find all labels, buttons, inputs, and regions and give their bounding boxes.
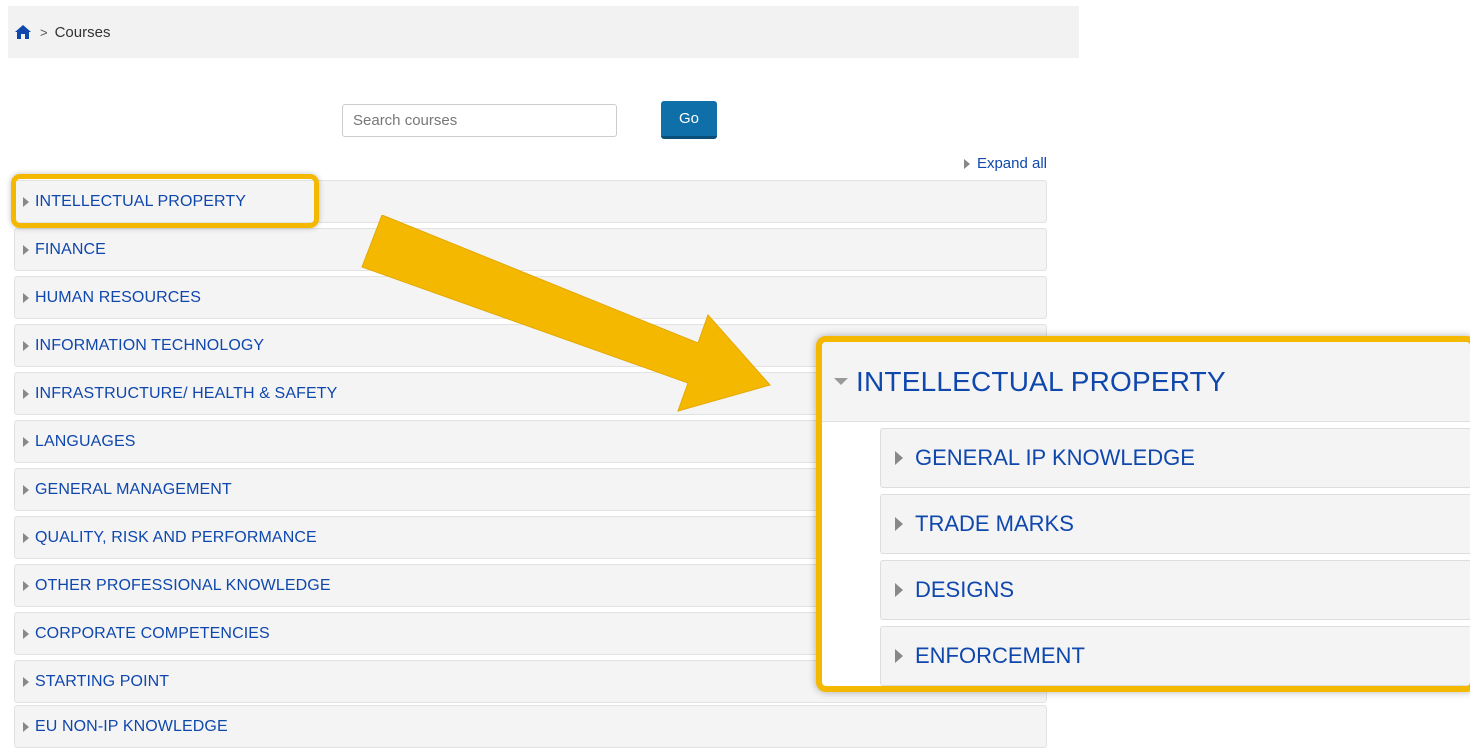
zoom-panel: INTELLECTUAL PROPERTY GENERAL IP KNOWLED… bbox=[816, 336, 1470, 692]
caret-right-icon bbox=[23, 721, 29, 732]
category-label: QUALITY, RISK AND PERFORMANCE bbox=[35, 528, 317, 546]
zoom-category-label: INTELLECTUAL PROPERTY bbox=[856, 365, 1226, 397]
caret-right-icon bbox=[23, 580, 29, 591]
caret-right-icon bbox=[23, 292, 29, 303]
category-label: LANGUAGES bbox=[35, 432, 136, 450]
highlight-box bbox=[11, 174, 319, 228]
category-label: OTHER PROFESSIONAL KNOWLEDGE bbox=[35, 576, 331, 594]
caret-right-icon bbox=[895, 583, 903, 597]
category-label: INFORMATION TECHNOLOGY bbox=[35, 336, 265, 354]
zoom-category-header[interactable]: INTELLECTUAL PROPERTY bbox=[822, 342, 1470, 422]
category-label: GENERAL MANAGEMENT bbox=[35, 480, 232, 498]
home-icon[interactable] bbox=[14, 24, 32, 40]
search-input[interactable] bbox=[342, 104, 617, 137]
caret-right-icon bbox=[895, 517, 903, 531]
caret-right-icon bbox=[23, 340, 29, 351]
caret-right-icon bbox=[23, 676, 29, 687]
caret-right-icon bbox=[895, 451, 903, 465]
caret-right-icon bbox=[963, 158, 970, 169]
category-label: FINANCE bbox=[35, 240, 106, 258]
caret-right-icon bbox=[23, 628, 29, 639]
caret-right-icon bbox=[23, 484, 29, 495]
subcategory-row[interactable]: TRADE MARKS bbox=[880, 494, 1470, 554]
category-label: INFRASTRUCTURE/ HEALTH & SAFETY bbox=[35, 384, 338, 402]
subcategory-label: DESIGNS bbox=[915, 577, 1015, 602]
breadcrumb-current: Courses bbox=[54, 23, 111, 41]
breadcrumb-separator: > bbox=[40, 24, 48, 40]
breadcrumb: > Courses bbox=[8, 6, 1079, 58]
subcategory-row[interactable]: ENFORCEMENT bbox=[880, 626, 1470, 686]
expand-all-label: Expand all bbox=[976, 155, 1047, 172]
subcategory-row[interactable]: DESIGNS bbox=[880, 560, 1470, 620]
category-label: CORPORATE COMPETENCIES bbox=[35, 624, 270, 642]
category-label: EU NON-IP KNOWLEDGE bbox=[35, 717, 228, 735]
caret-right-icon bbox=[23, 388, 29, 399]
subcategory-label: TRADE MARKS bbox=[915, 511, 1074, 536]
caret-right-icon bbox=[23, 244, 29, 255]
caret-right-icon bbox=[23, 532, 29, 543]
go-button[interactable]: Go bbox=[661, 101, 717, 139]
subcategory-label: GENERAL IP KNOWLEDGE bbox=[915, 445, 1195, 470]
category-label: HUMAN RESOURCES bbox=[35, 288, 201, 306]
caret-down-icon bbox=[834, 378, 848, 385]
caret-right-icon bbox=[23, 436, 29, 447]
subcategory-label: ENFORCEMENT bbox=[915, 643, 1085, 668]
caret-right-icon bbox=[895, 649, 903, 663]
subcategory-row[interactable]: GENERAL IP KNOWLEDGE bbox=[880, 428, 1470, 488]
arrow-annotation-icon bbox=[361, 215, 771, 412]
category-label: STARTING POINT bbox=[35, 672, 170, 690]
expand-all-link[interactable]: Expand all bbox=[963, 155, 1047, 172]
